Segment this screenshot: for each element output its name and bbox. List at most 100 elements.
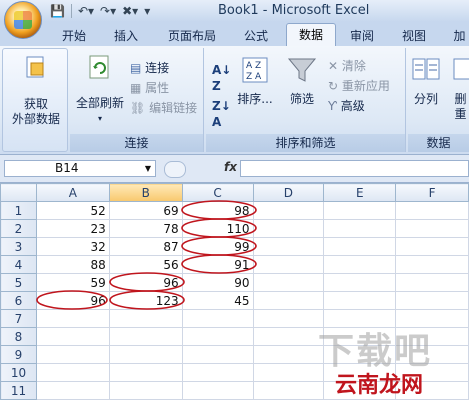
cell[interactable] [323,201,397,220]
cell[interactable]: 23 [35,219,110,238]
column-header-d[interactable]: D [252,183,325,202]
tab-review[interactable]: 审阅 [344,26,380,46]
column-header-c[interactable]: C [181,183,254,202]
select-all-corner[interactable] [0,183,37,202]
row-header[interactable]: 11 [0,381,37,400]
cell[interactable] [323,255,397,274]
cell[interactable] [108,309,183,328]
formula-input[interactable] [240,160,469,177]
cell[interactable]: 45 [181,291,254,310]
cell[interactable] [395,273,469,292]
tab-formulas[interactable]: 公式 [238,26,274,46]
name-box[interactable]: B14 ▼ [4,160,156,177]
text-to-columns-button[interactable]: 分列 [410,56,442,107]
row-header[interactable]: 6 [0,291,37,310]
cell[interactable] [181,363,254,382]
tab-addins[interactable]: 加 [450,26,469,46]
cell[interactable] [252,237,325,256]
cell[interactable] [252,327,325,346]
chevron-down-icon[interactable]: ▼ [145,161,151,176]
sort-descending-button[interactable]: Z↓ A [212,98,231,130]
cell[interactable] [252,309,325,328]
cell[interactable] [395,255,469,274]
cell[interactable] [181,309,254,328]
cell[interactable]: 78 [108,219,183,238]
cell[interactable] [108,363,183,382]
advanced-filter-button[interactable]: Ƴ 高级 [328,98,365,114]
cell[interactable] [35,345,110,364]
row-header[interactable]: 4 [0,255,37,274]
cell[interactable] [181,327,254,346]
filter-button[interactable]: 筛选 [282,56,322,107]
tab-data[interactable]: 数据 [286,23,336,46]
column-header-b[interactable]: B [108,183,183,202]
tab-view[interactable]: 视图 [396,26,432,46]
refresh-all-button[interactable]: 全部刷新 ▾ [74,54,126,126]
insert-function-icon[interactable]: fx [224,160,237,174]
formula-expand-handle[interactable] [164,161,186,178]
edit-links-button[interactable]: ⛓ 编辑链接 [130,100,197,116]
undo-icon[interactable]: ↶▾ [78,3,94,19]
row-header[interactable]: 1 [0,201,37,220]
cell[interactable] [35,327,110,346]
cell[interactable] [108,345,183,364]
cell[interactable] [252,363,325,382]
cell[interactable] [252,255,325,274]
row-header[interactable]: 2 [0,219,37,238]
cell[interactable]: 96 [108,273,183,292]
cell[interactable] [252,273,325,292]
column-header-e[interactable]: E [323,183,397,202]
cell[interactable] [252,381,325,400]
row-header[interactable]: 10 [0,363,37,382]
row-header[interactable]: 3 [0,237,37,256]
cell[interactable] [35,363,110,382]
cell[interactable] [395,219,469,238]
cell[interactable] [323,237,397,256]
cell[interactable] [395,291,469,310]
clear-filter-button[interactable]: ✕ 清除 [328,58,366,74]
column-header-a[interactable]: A [35,183,110,202]
cell[interactable] [35,309,110,328]
cell[interactable] [181,381,254,400]
save-icon[interactable]: 💾 [50,3,65,19]
redo-icon[interactable]: ↷▾ [100,3,116,19]
cell[interactable] [252,345,325,364]
cell[interactable]: 59 [35,273,110,292]
tab-home[interactable]: 开始 [56,26,92,46]
cell[interactable] [108,381,183,400]
cell[interactable]: 123 [108,291,183,310]
cell[interactable] [108,327,183,346]
tab-page-layout[interactable]: 页面布局 [162,26,222,46]
cell[interactable] [181,345,254,364]
cell[interactable] [252,219,325,238]
cell[interactable] [323,273,397,292]
cell[interactable] [35,381,110,400]
cell[interactable]: 87 [108,237,183,256]
cell[interactable]: 56 [108,255,183,274]
cell[interactable]: 96 [35,291,110,310]
cell[interactable] [323,291,397,310]
row-header[interactable]: 8 [0,327,37,346]
properties-button[interactable]: ▦ 属性 [130,80,169,96]
tools-icon[interactable]: ✖▾ [122,3,138,19]
get-external-data-button[interactable]: 获取 外部数据 [9,55,63,127]
cell[interactable] [252,201,325,220]
customize-qat-icon[interactable]: ▾ [144,3,150,19]
tab-insert[interactable]: 插入 [108,26,144,46]
reapply-button[interactable]: ↻ 重新应用 [328,78,390,94]
cell[interactable]: 91 [181,255,254,274]
cell[interactable]: 32 [35,237,110,256]
cell[interactable]: 69 [108,201,183,220]
remove-duplicates-button[interactable]: 删 重 [452,56,469,122]
cell[interactable]: 98 [181,201,254,220]
cell[interactable]: 99 [181,237,254,256]
cell[interactable]: 88 [35,255,110,274]
cell[interactable]: 90 [181,273,254,292]
sort-button[interactable]: A ZZ A 排序... [236,56,274,107]
office-button[interactable] [4,1,42,39]
cell[interactable] [252,291,325,310]
connections-button[interactable]: ▤ 连接 [130,60,169,76]
sort-ascending-button[interactable]: A↓ Z [212,62,231,94]
row-header[interactable]: 5 [0,273,37,292]
cell[interactable]: 52 [35,201,110,220]
